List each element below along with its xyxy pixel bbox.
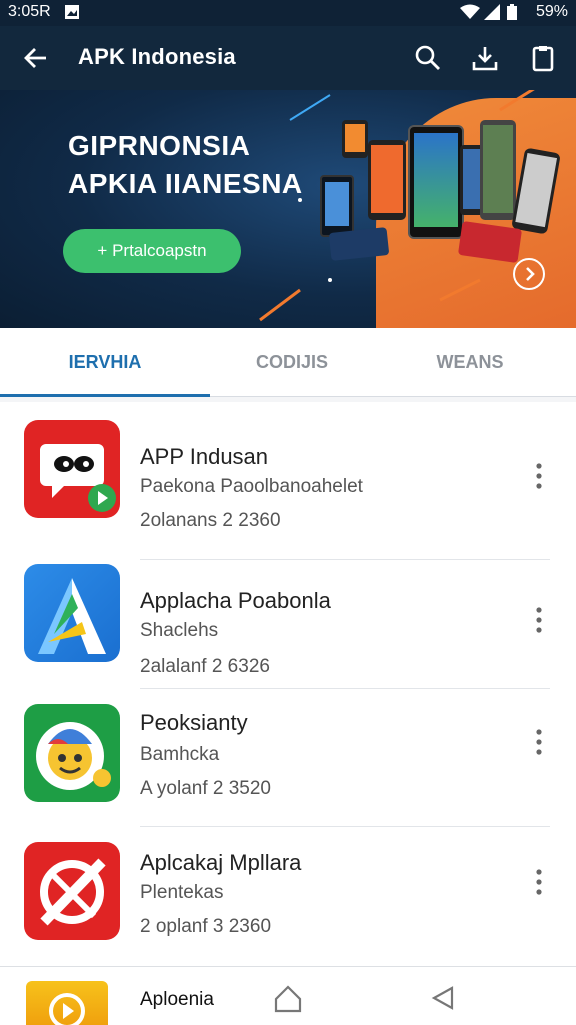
tab-2-label: CODIJIS bbox=[255, 351, 329, 372]
app-name: APP Indusan bbox=[140, 444, 269, 469]
tab-3[interactable]: WEANS bbox=[378, 328, 562, 396]
row-divider bbox=[140, 688, 550, 689]
app-list-item[interactable]: APP Indusan Paekona Paoolbanoahelet 2ola… bbox=[0, 418, 576, 560]
cross-out-icon bbox=[24, 842, 120, 940]
smiley-face-icon bbox=[24, 704, 120, 802]
bottom-navigation: Aploenia bbox=[0, 966, 576, 1025]
row-divider bbox=[140, 559, 550, 560]
home-icon[interactable] bbox=[273, 985, 303, 1013]
status-bar: 3:05R 59% bbox=[0, 0, 576, 26]
app-developer: Bamhcka bbox=[140, 744, 220, 765]
status-time: 3:05R bbox=[8, 3, 51, 20]
bottom-nav-label[interactable]: Aploenia bbox=[140, 989, 214, 1011]
tab-1-label: IERVHIA bbox=[68, 351, 142, 372]
wifi-icon bbox=[460, 4, 480, 25]
signal-icon bbox=[484, 4, 500, 25]
search-icon[interactable] bbox=[414, 44, 442, 72]
banner-title-line2: APKIA IIANESNA bbox=[68, 168, 303, 199]
app-list-item[interactable]: Peoksianty Bamhcka A yolanf 2 3520 bbox=[0, 702, 576, 844]
app-meta: 2olanans 2 2360 bbox=[140, 510, 281, 531]
app-list-item[interactable]: Aplcakaj Mpllara Plentekas 2 oplanf 3 23… bbox=[0, 842, 576, 984]
app-meta: 2alalanf 2 6326 bbox=[140, 656, 270, 677]
app-name: Aplcakaj Mpllara bbox=[140, 850, 302, 875]
banner-cta-button[interactable]: + Prtalcoapstn bbox=[63, 229, 241, 273]
triangle-a-logo-icon bbox=[24, 564, 120, 662]
page-title: APK Indonesia bbox=[78, 44, 236, 69]
app-list: APP Indusan Paekona Paoolbanoahelet 2ola… bbox=[0, 402, 576, 966]
app-bar: APK Indonesia bbox=[0, 26, 576, 90]
play-app-icon[interactable] bbox=[26, 981, 108, 1025]
more-options-icon[interactable] bbox=[530, 868, 548, 896]
tab-bar: IERVHIA CODIJIS WEANS bbox=[0, 328, 576, 397]
banner-next-icon[interactable] bbox=[513, 258, 545, 290]
tab-1[interactable]: IERVHIA bbox=[0, 328, 210, 396]
tab-2[interactable]: CODIJIS bbox=[200, 328, 384, 396]
battery-icon bbox=[507, 4, 517, 25]
row-divider bbox=[140, 826, 550, 827]
app-meta: 2 oplanf 3 2360 bbox=[140, 916, 272, 937]
app-developer: Paekona Paoolbanoahelet bbox=[140, 476, 363, 497]
app-name: Peoksianty bbox=[140, 710, 248, 735]
back-triangle-icon[interactable] bbox=[430, 985, 456, 1011]
back-arrow-icon[interactable] bbox=[22, 44, 50, 72]
app-name: Applacha Poabonla bbox=[140, 588, 331, 613]
tab-active-indicator bbox=[0, 394, 210, 397]
app-list-item[interactable]: Applacha Poabonla Shaclehs 2alalanf 2 63… bbox=[0, 562, 576, 704]
clipboard-icon[interactable] bbox=[529, 44, 557, 72]
banner-cta-label: + Prtalcoapstn bbox=[97, 241, 207, 260]
chat-bot-icon bbox=[24, 420, 120, 518]
more-options-icon[interactable] bbox=[530, 462, 548, 490]
app-meta: A yolanf 2 3520 bbox=[140, 778, 271, 799]
tab-3-label: WEANS bbox=[436, 351, 504, 372]
gallery-icon bbox=[64, 4, 80, 25]
app-developer: Shaclehs bbox=[140, 620, 219, 641]
battery-percentage: 59% bbox=[535, 3, 568, 20]
promo-banner[interactable]: GIPRNONSIA APKIA IIANESNA + Prtalcoapstn bbox=[0, 90, 576, 328]
more-options-icon[interactable] bbox=[530, 606, 548, 634]
more-options-icon[interactable] bbox=[530, 728, 548, 756]
download-icon[interactable] bbox=[471, 44, 499, 72]
app-developer: Plentekas bbox=[140, 882, 224, 903]
banner-title-line1: GIPRNONSIA bbox=[68, 130, 251, 161]
